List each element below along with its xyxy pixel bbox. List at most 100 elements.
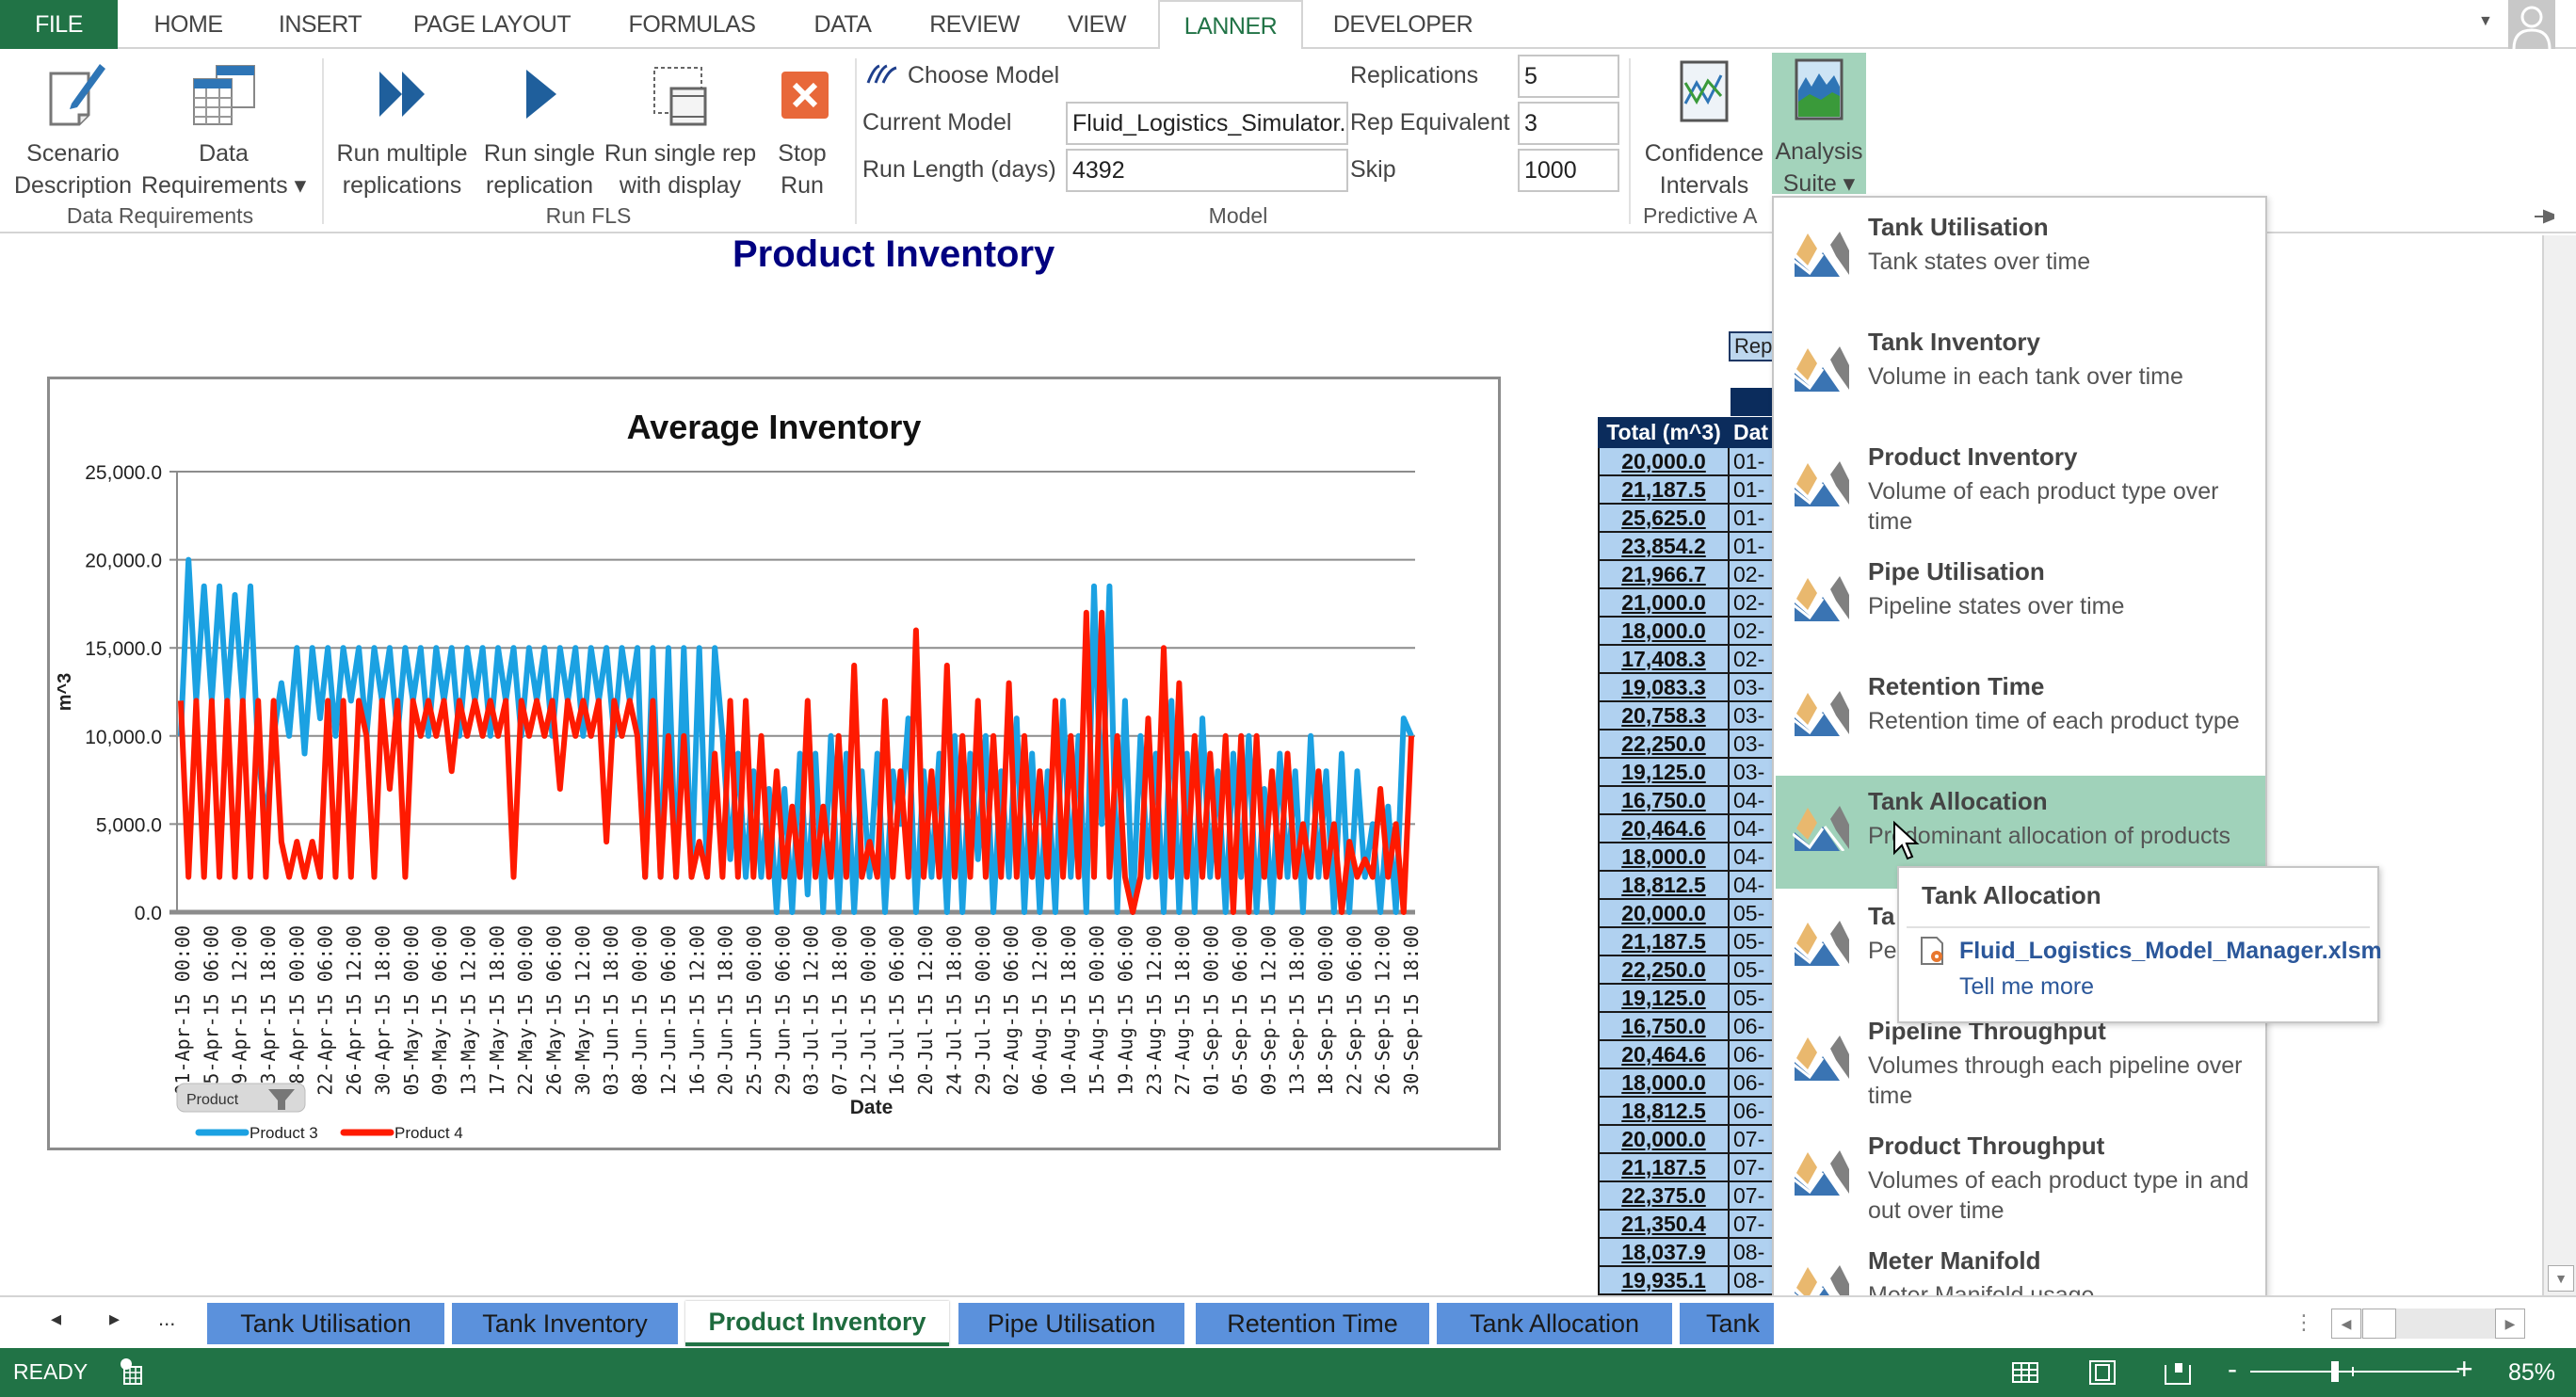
- date-cell[interactable]: 01-: [1727, 474, 1775, 505]
- total-cell[interactable]: 23,854.2: [1598, 531, 1730, 561]
- rep-button[interactable]: Rep: [1729, 331, 1776, 361]
- user-avatar[interactable]: [2508, 0, 2555, 50]
- zoom-in-button[interactable]: +: [2455, 1352, 2473, 1387]
- pin-ribbon-icon[interactable]: [2533, 207, 2555, 226]
- date-cell[interactable]: 02-: [1727, 559, 1775, 589]
- date-cell[interactable]: 04-: [1727, 870, 1775, 900]
- date-cell[interactable]: 02-: [1727, 644, 1775, 674]
- total-cell[interactable]: 19,083.3: [1598, 672, 1730, 702]
- total-cell[interactable]: 19,125.0: [1598, 757, 1730, 787]
- analysis-menu-item[interactable]: Tank Inventory Volume in each tank over t…: [1776, 316, 2265, 429]
- total-cell[interactable]: 21,187.5: [1598, 1152, 1730, 1182]
- date-cell[interactable]: 03-: [1727, 672, 1775, 702]
- date-cell[interactable]: 07-: [1727, 1124, 1775, 1154]
- date-cell[interactable]: 01-: [1727, 503, 1775, 533]
- date-cell[interactable]: 06-: [1727, 1011, 1775, 1041]
- next-sheet-button[interactable]: ▸: [109, 1307, 120, 1331]
- date-cell[interactable]: 05-: [1727, 898, 1775, 928]
- account-dropdown-icon[interactable]: ▼: [2478, 13, 2493, 30]
- tab-view[interactable]: VIEW: [1055, 0, 1139, 49]
- date-cell[interactable]: 03-: [1727, 757, 1775, 787]
- total-cell[interactable]: 18,812.5: [1598, 870, 1730, 900]
- analysis-menu-item[interactable]: Tank Utilisation Tank states over time: [1776, 201, 2265, 314]
- total-cell[interactable]: 18,000.0: [1598, 1068, 1730, 1098]
- total-cell[interactable]: 18,000.0: [1598, 616, 1730, 646]
- date-cell[interactable]: 01-: [1727, 531, 1775, 561]
- total-cell[interactable]: 20,000.0: [1598, 1124, 1730, 1154]
- total-cell[interactable]: 19,125.0: [1598, 983, 1730, 1013]
- sheet-tab-product-inventory[interactable]: Product Inventory: [685, 1301, 949, 1346]
- date-cell[interactable]: 05-: [1727, 983, 1775, 1013]
- current-model-field[interactable]: Fluid_Logistics_Simulator.: [1066, 102, 1348, 145]
- sheet-tab-retention-time[interactable]: Retention Time: [1196, 1303, 1429, 1344]
- tab-formulas[interactable]: FORMULAS: [617, 0, 767, 49]
- more-sheets-button[interactable]: ...: [158, 1307, 175, 1331]
- scroll-right-button[interactable]: ▶: [2495, 1309, 2525, 1339]
- tab-file[interactable]: FILE: [0, 0, 118, 49]
- total-cell[interactable]: 22,375.0: [1598, 1180, 1730, 1211]
- macro-source-file-link[interactable]: Fluid_Logistics_Model_Manager.xlsm: [1959, 938, 2382, 965]
- total-cell[interactable]: 21,000.0: [1598, 587, 1730, 618]
- horizontal-scrollbar[interactable]: ◀ ▶: [2331, 1309, 2525, 1339]
- tab-home[interactable]: HOME: [132, 0, 245, 49]
- scroll-left-button[interactable]: ◀: [2331, 1309, 2361, 1339]
- date-cell[interactable]: 07-: [1727, 1209, 1775, 1239]
- date-cell[interactable]: 02-: [1727, 616, 1775, 646]
- date-cell[interactable]: 07-: [1727, 1152, 1775, 1182]
- sheet-tab-tank-utilisation[interactable]: Tank Utilisation: [207, 1303, 444, 1344]
- total-cell[interactable]: 22,250.0: [1598, 955, 1730, 985]
- run-single-replication-button[interactable]: Run single replication: [478, 55, 601, 201]
- average-inventory-chart[interactable]: Average Inventory 0.0 5,000.0 10,000.0 15,0…: [47, 377, 1501, 1150]
- total-cell[interactable]: 18,037.9: [1598, 1237, 1730, 1267]
- total-cell[interactable]: 21,187.5: [1598, 926, 1730, 956]
- total-cell[interactable]: 20,000.0: [1598, 446, 1730, 476]
- analysis-menu-item[interactable]: Product Inventory Volume of each product …: [1776, 431, 2265, 544]
- date-cell[interactable]: 08-: [1727, 1237, 1775, 1267]
- run-length-field[interactable]: 4392: [1066, 149, 1348, 192]
- sheet-tab-tank[interactable]: Tank: [1680, 1303, 1774, 1344]
- page-break-view-icon[interactable]: [2164, 1359, 2192, 1386]
- date-cell[interactable]: 06-: [1727, 1039, 1775, 1069]
- tab-data[interactable]: DATA: [796, 0, 890, 49]
- date-cell[interactable]: 03-: [1727, 729, 1775, 759]
- tab-lanner[interactable]: LANNER: [1158, 0, 1303, 51]
- zoom-level[interactable]: 85%: [2508, 1359, 2555, 1387]
- tab-developer[interactable]: DEVELOPER: [1318, 0, 1488, 49]
- total-cell[interactable]: 20,464.6: [1598, 1039, 1730, 1069]
- sheet-tab-pipe-utilisation[interactable]: Pipe Utilisation: [958, 1303, 1184, 1344]
- date-cell[interactable]: 04-: [1727, 842, 1775, 872]
- choose-model-link[interactable]: Choose Model: [908, 62, 1059, 89]
- analysis-menu-item[interactable]: Product Throughput Volumes of each produc…: [1776, 1120, 2265, 1233]
- data-requirements-button[interactable]: Data Requirements ▾: [141, 55, 306, 201]
- date-cell[interactable]: 04-: [1727, 785, 1775, 815]
- total-cell[interactable]: 21,966.7: [1598, 559, 1730, 589]
- sheet-tab-tank-allocation[interactable]: Tank Allocation: [1437, 1303, 1672, 1344]
- date-cell[interactable]: 05-: [1727, 955, 1775, 985]
- tab-page-layout[interactable]: PAGE LAYOUT: [400, 0, 584, 49]
- zoom-slider-thumb[interactable]: [2331, 1361, 2339, 1382]
- date-cell[interactable]: 04-: [1727, 813, 1775, 843]
- scenario-description-button[interactable]: Scenario Description: [9, 55, 137, 201]
- vertical-scrollbar[interactable]: ▼: [2542, 235, 2576, 1295]
- run-single-rep-with-display-button[interactable]: Run single rep with display: [603, 55, 758, 201]
- tab-insert[interactable]: INSERT: [264, 0, 377, 49]
- date-cell[interactable]: 03-: [1727, 700, 1775, 731]
- zoom-slider[interactable]: [2250, 1371, 2459, 1373]
- scroll-down-button[interactable]: ▼: [2548, 1265, 2574, 1292]
- total-cell[interactable]: 18,812.5: [1598, 1096, 1730, 1126]
- date-cell[interactable]: 01-: [1727, 446, 1775, 476]
- total-cell[interactable]: 20,000.0: [1598, 898, 1730, 928]
- date-cell[interactable]: 02-: [1727, 587, 1775, 618]
- date-cell[interactable]: 08-: [1727, 1265, 1775, 1295]
- sheet-tab-tank-inventory[interactable]: Tank Inventory: [452, 1303, 678, 1344]
- total-cell[interactable]: 18,000.0: [1598, 842, 1730, 872]
- date-cell[interactable]: 06-: [1727, 1096, 1775, 1126]
- tell-me-more-link[interactable]: Tell me more: [1959, 973, 2094, 1001]
- run-multiple-replications-button[interactable]: Run multiple replications: [331, 55, 473, 201]
- skip-field[interactable]: 1000: [1518, 149, 1619, 192]
- scroll-thumb[interactable]: [2362, 1309, 2396, 1339]
- stop-run-button[interactable]: Stop Run: [765, 55, 840, 201]
- tab-review[interactable]: REVIEW: [918, 0, 1031, 49]
- page-layout-view-icon[interactable]: [2088, 1359, 2117, 1386]
- normal-view-icon[interactable]: [2011, 1359, 2039, 1386]
